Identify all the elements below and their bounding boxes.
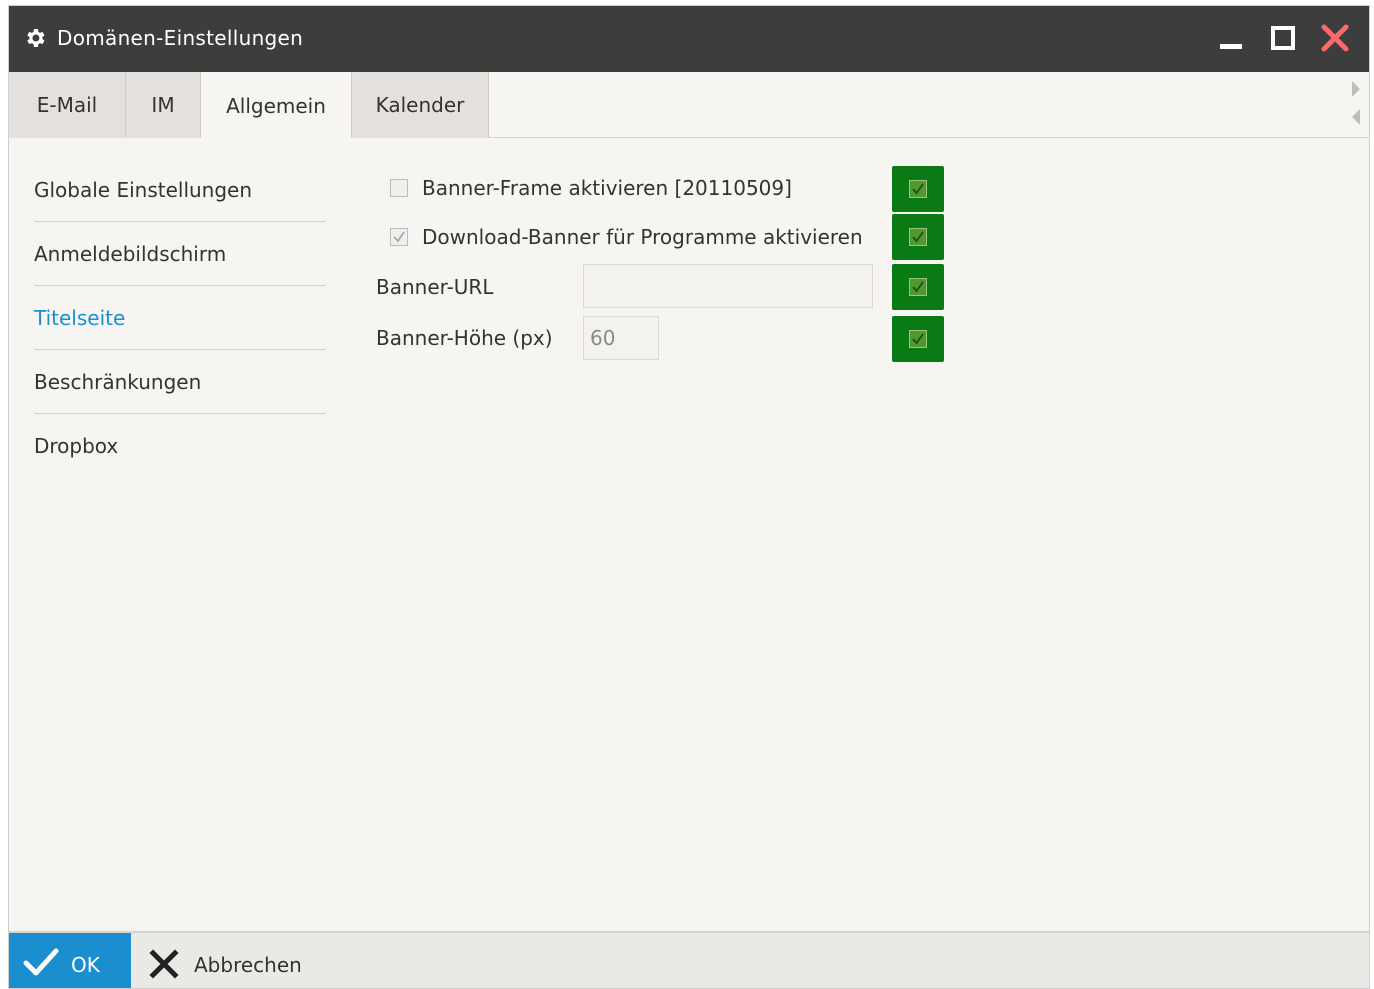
banner-height-override-button[interactable] <box>892 316 944 362</box>
close-icon <box>1321 24 1349 52</box>
banner-url-input[interactable] <box>583 264 873 308</box>
checkbox-icon <box>909 278 927 296</box>
banner-height-label: Banner-Höhe (px) <box>376 326 553 350</box>
sidebar-item-globale-einstellungen[interactable]: Globale Einstellungen <box>34 158 326 222</box>
close-button[interactable] <box>1317 20 1353 56</box>
download-banner-checkbox[interactable] <box>390 228 408 246</box>
cancel-button[interactable]: Abbrechen <box>141 933 321 988</box>
close-icon <box>149 949 179 979</box>
sidebar-item-titelseite[interactable]: Titelseite <box>34 286 326 350</box>
banner-frame-label: Banner-Frame aktivieren [20110509] <box>422 176 792 200</box>
ok-button-label: OK <box>71 953 100 977</box>
banner-frame-override-button[interactable] <box>892 166 944 212</box>
banner-url-override-button[interactable] <box>892 264 944 310</box>
tab-kalender[interactable]: Kalender <box>351 72 489 138</box>
sidebar-item-dropbox[interactable]: Dropbox <box>34 414 326 478</box>
settings-dialog: Domänen-Einstellungen E-Mail IM Allgemei… <box>8 5 1370 989</box>
checkbox-icon <box>909 228 927 246</box>
minimize-button[interactable] <box>1213 20 1249 56</box>
sidebar-item-anmeldebildschirm[interactable]: Anmeldebildschirm <box>34 222 326 286</box>
dialog-footer: OK Abbrechen <box>9 931 1369 988</box>
tab-allgemein[interactable]: Allgemein <box>201 72 351 139</box>
checkmark-icon <box>23 948 59 976</box>
tab-scroll-right-icon[interactable] <box>1349 80 1363 98</box>
download-banner-override-button[interactable] <box>892 214 944 260</box>
banner-frame-checkbox[interactable] <box>390 179 408 197</box>
minimize-icon <box>1220 44 1242 49</box>
maximize-icon <box>1271 26 1295 50</box>
title-bar: Domänen-Einstellungen <box>9 6 1369 72</box>
checkmark-icon <box>393 231 405 243</box>
sidebar-nav: Globale Einstellungen Anmeldebildschirm … <box>34 158 326 478</box>
sidebar-item-beschraenkungen[interactable]: Beschränkungen <box>34 350 326 414</box>
window-title: Domänen-Einstellungen <box>57 26 304 50</box>
download-banner-label: Download-Banner für Programme aktivieren <box>422 225 863 249</box>
gear-icon <box>27 29 45 47</box>
checkbox-icon <box>909 330 927 348</box>
banner-height-input[interactable] <box>583 316 659 360</box>
checkbox-icon <box>909 180 927 198</box>
tab-email[interactable]: E-Mail <box>9 72 126 138</box>
cancel-button-label: Abbrechen <box>194 953 302 977</box>
ok-button[interactable]: OK <box>9 933 131 988</box>
tab-bar: E-Mail IM Allgemein Kalender <box>9 72 1369 139</box>
maximize-button[interactable] <box>1265 20 1301 56</box>
tab-im[interactable]: IM <box>126 72 201 138</box>
tab-scroll-left-icon[interactable] <box>1349 108 1363 126</box>
banner-url-label: Banner-URL <box>376 275 494 299</box>
